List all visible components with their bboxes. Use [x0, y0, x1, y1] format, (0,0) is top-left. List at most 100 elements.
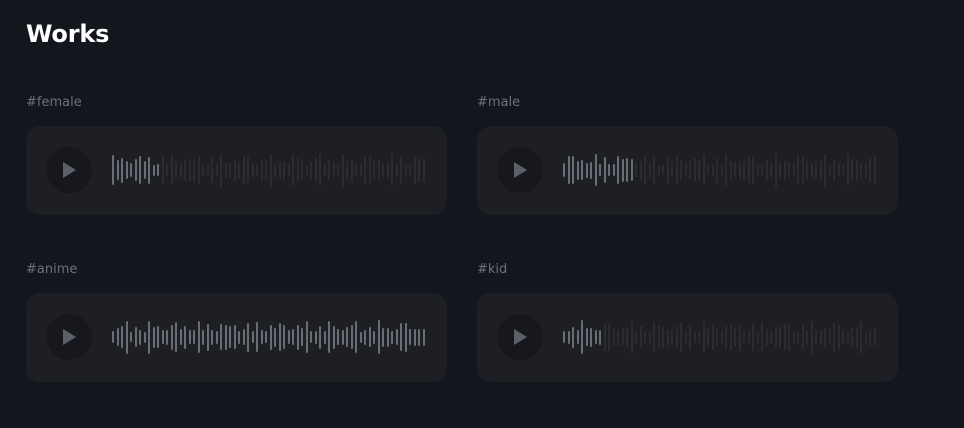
waveform-bar: [815, 161, 817, 179]
waveform[interactable]: [563, 146, 878, 194]
waveform-bar: [747, 156, 750, 184]
waveform-bar: [346, 160, 348, 180]
waveform-bar: [161, 155, 164, 185]
waveform-bar: [256, 164, 258, 176]
waveform-bar: [671, 329, 673, 345]
waveform[interactable]: [112, 146, 427, 194]
waveform-bar: [797, 330, 799, 344]
section-title: Works: [26, 20, 110, 48]
waveform-bar: [576, 330, 579, 344]
waveform-bar: [630, 320, 633, 354]
waveform-bar: [418, 158, 420, 182]
waveform-bar: [644, 155, 646, 185]
waveform-bar: [828, 329, 831, 345]
waveform-bar: [319, 325, 321, 349]
waveform-bar: [364, 329, 366, 345]
waveform-bar: [319, 154, 321, 186]
waveform-bar: [355, 321, 357, 353]
waveform-bar: [810, 163, 813, 177]
waveform-bar: [170, 324, 173, 350]
waveform-bar: [130, 332, 132, 342]
waveform-bar: [729, 323, 732, 351]
waveform-bar: [851, 159, 853, 181]
waveform-bar: [400, 156, 402, 184]
waveform-bar: [359, 163, 362, 177]
waveform-bar: [810, 320, 813, 354]
waveform-bar: [301, 328, 303, 346]
waveform-bar: [729, 160, 732, 180]
waveform-bar: [211, 157, 213, 183]
work-item-kid: #kid: [477, 261, 899, 382]
waveform-bar: [296, 324, 299, 350]
waveform-bar: [648, 331, 651, 343]
waveform-bar: [278, 323, 281, 351]
waveform-bar: [603, 157, 606, 183]
waveform-bar: [612, 164, 615, 176]
waveform-bar: [779, 162, 781, 178]
waveform-bar: [581, 320, 583, 354]
play-button[interactable]: [46, 314, 92, 360]
waveform-bar: [662, 165, 664, 175]
waveform-bar: [747, 330, 750, 344]
waveform-bar: [689, 160, 691, 180]
waveform-bar: [648, 162, 651, 178]
waveform-bar: [256, 322, 258, 352]
play-button[interactable]: [497, 147, 543, 193]
work-tag[interactable]: #female: [26, 94, 448, 112]
waveform-bar: [599, 329, 601, 345]
play-button[interactable]: [497, 314, 543, 360]
waveform-bar: [292, 329, 294, 345]
waveform-bar: [377, 320, 380, 354]
waveform-bar: [368, 155, 371, 185]
waveform-bar: [765, 328, 768, 346]
waveform-bar: [603, 322, 606, 352]
waveform[interactable]: [563, 313, 878, 361]
waveform-bar: [121, 157, 123, 183]
waveform-bar: [386, 162, 389, 178]
waveform-bar: [842, 329, 844, 345]
waveform-bar: [260, 159, 263, 181]
waveform-bar: [337, 329, 339, 345]
waveform-bar: [188, 330, 191, 344]
waveform-bar: [175, 322, 177, 352]
waveform[interactable]: [112, 313, 427, 361]
waveform-bar: [328, 321, 330, 353]
waveform-bar: [801, 324, 804, 350]
waveform-bar: [233, 159, 236, 181]
waveform-bar: [112, 155, 114, 185]
waveform-bar: [139, 156, 141, 184]
waveform-bar: [202, 164, 204, 176]
waveform-bar: [671, 162, 673, 178]
waveform-bar: [134, 327, 137, 347]
work-tag[interactable]: #male: [477, 94, 899, 112]
waveform-bar: [422, 328, 425, 346]
waveform-bar: [572, 326, 574, 348]
waveform-bar: [422, 158, 425, 182]
waveform-bar: [716, 328, 718, 346]
waveform-bar: [404, 322, 407, 352]
waveform-bar: [278, 161, 281, 179]
waveform-bar: [675, 155, 678, 185]
waveform-bar: [693, 331, 696, 343]
waveform-bar: [373, 330, 375, 344]
waveform-bar: [265, 160, 267, 180]
waveform-bar: [139, 329, 141, 345]
waveform-bar: [193, 158, 195, 182]
waveform-bar: [328, 160, 330, 180]
waveform-bar: [707, 328, 709, 346]
waveform-bar: [332, 325, 335, 349]
waveform-bar: [355, 164, 357, 176]
work-tag[interactable]: #kid: [477, 261, 899, 279]
waveform-bar: [184, 159, 186, 181]
waveform-bar: [774, 326, 777, 348]
waveform-bar: [125, 320, 128, 354]
waveform-bar: [157, 326, 159, 348]
waveform-bar: [202, 329, 204, 345]
waveform-bar: [310, 161, 312, 179]
waveform-bar: [373, 161, 375, 179]
waveform-bar: [572, 156, 574, 184]
waveform-bar: [689, 324, 691, 350]
work-tag[interactable]: #anime: [26, 261, 448, 279]
play-button[interactable]: [46, 147, 92, 193]
waveform-bar: [590, 327, 592, 347]
